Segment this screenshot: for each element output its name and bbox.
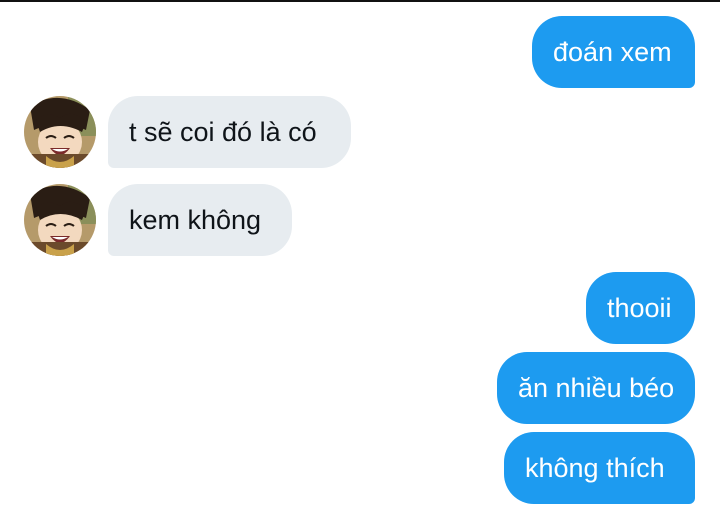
message-text: không thích xyxy=(525,453,665,483)
outgoing-message-bubble[interactable]: ăn nhiều béo xyxy=(497,352,695,424)
outgoing-message-bubble[interactable]: không thích xyxy=(504,432,695,504)
contact-avatar[interactable] xyxy=(24,184,96,256)
message-text: thooii xyxy=(607,293,672,323)
incoming-message-bubble[interactable]: t sẽ coi đó là có xyxy=(108,96,351,168)
message-text: t sẽ coi đó là có xyxy=(129,117,317,147)
message-text: ăn nhiều béo xyxy=(518,373,675,403)
message-text: kem không xyxy=(129,205,262,235)
contact-avatar[interactable] xyxy=(24,96,96,168)
anime-character-avatar-icon xyxy=(24,184,96,256)
outgoing-message-bubble[interactable]: đoán xem xyxy=(532,16,695,88)
message-text: đoán xem xyxy=(553,37,672,67)
outgoing-message-bubble[interactable]: thooii xyxy=(586,272,695,344)
top-divider xyxy=(0,0,720,2)
anime-character-avatar-icon xyxy=(24,96,96,168)
incoming-message-bubble[interactable]: kem không xyxy=(108,184,292,256)
